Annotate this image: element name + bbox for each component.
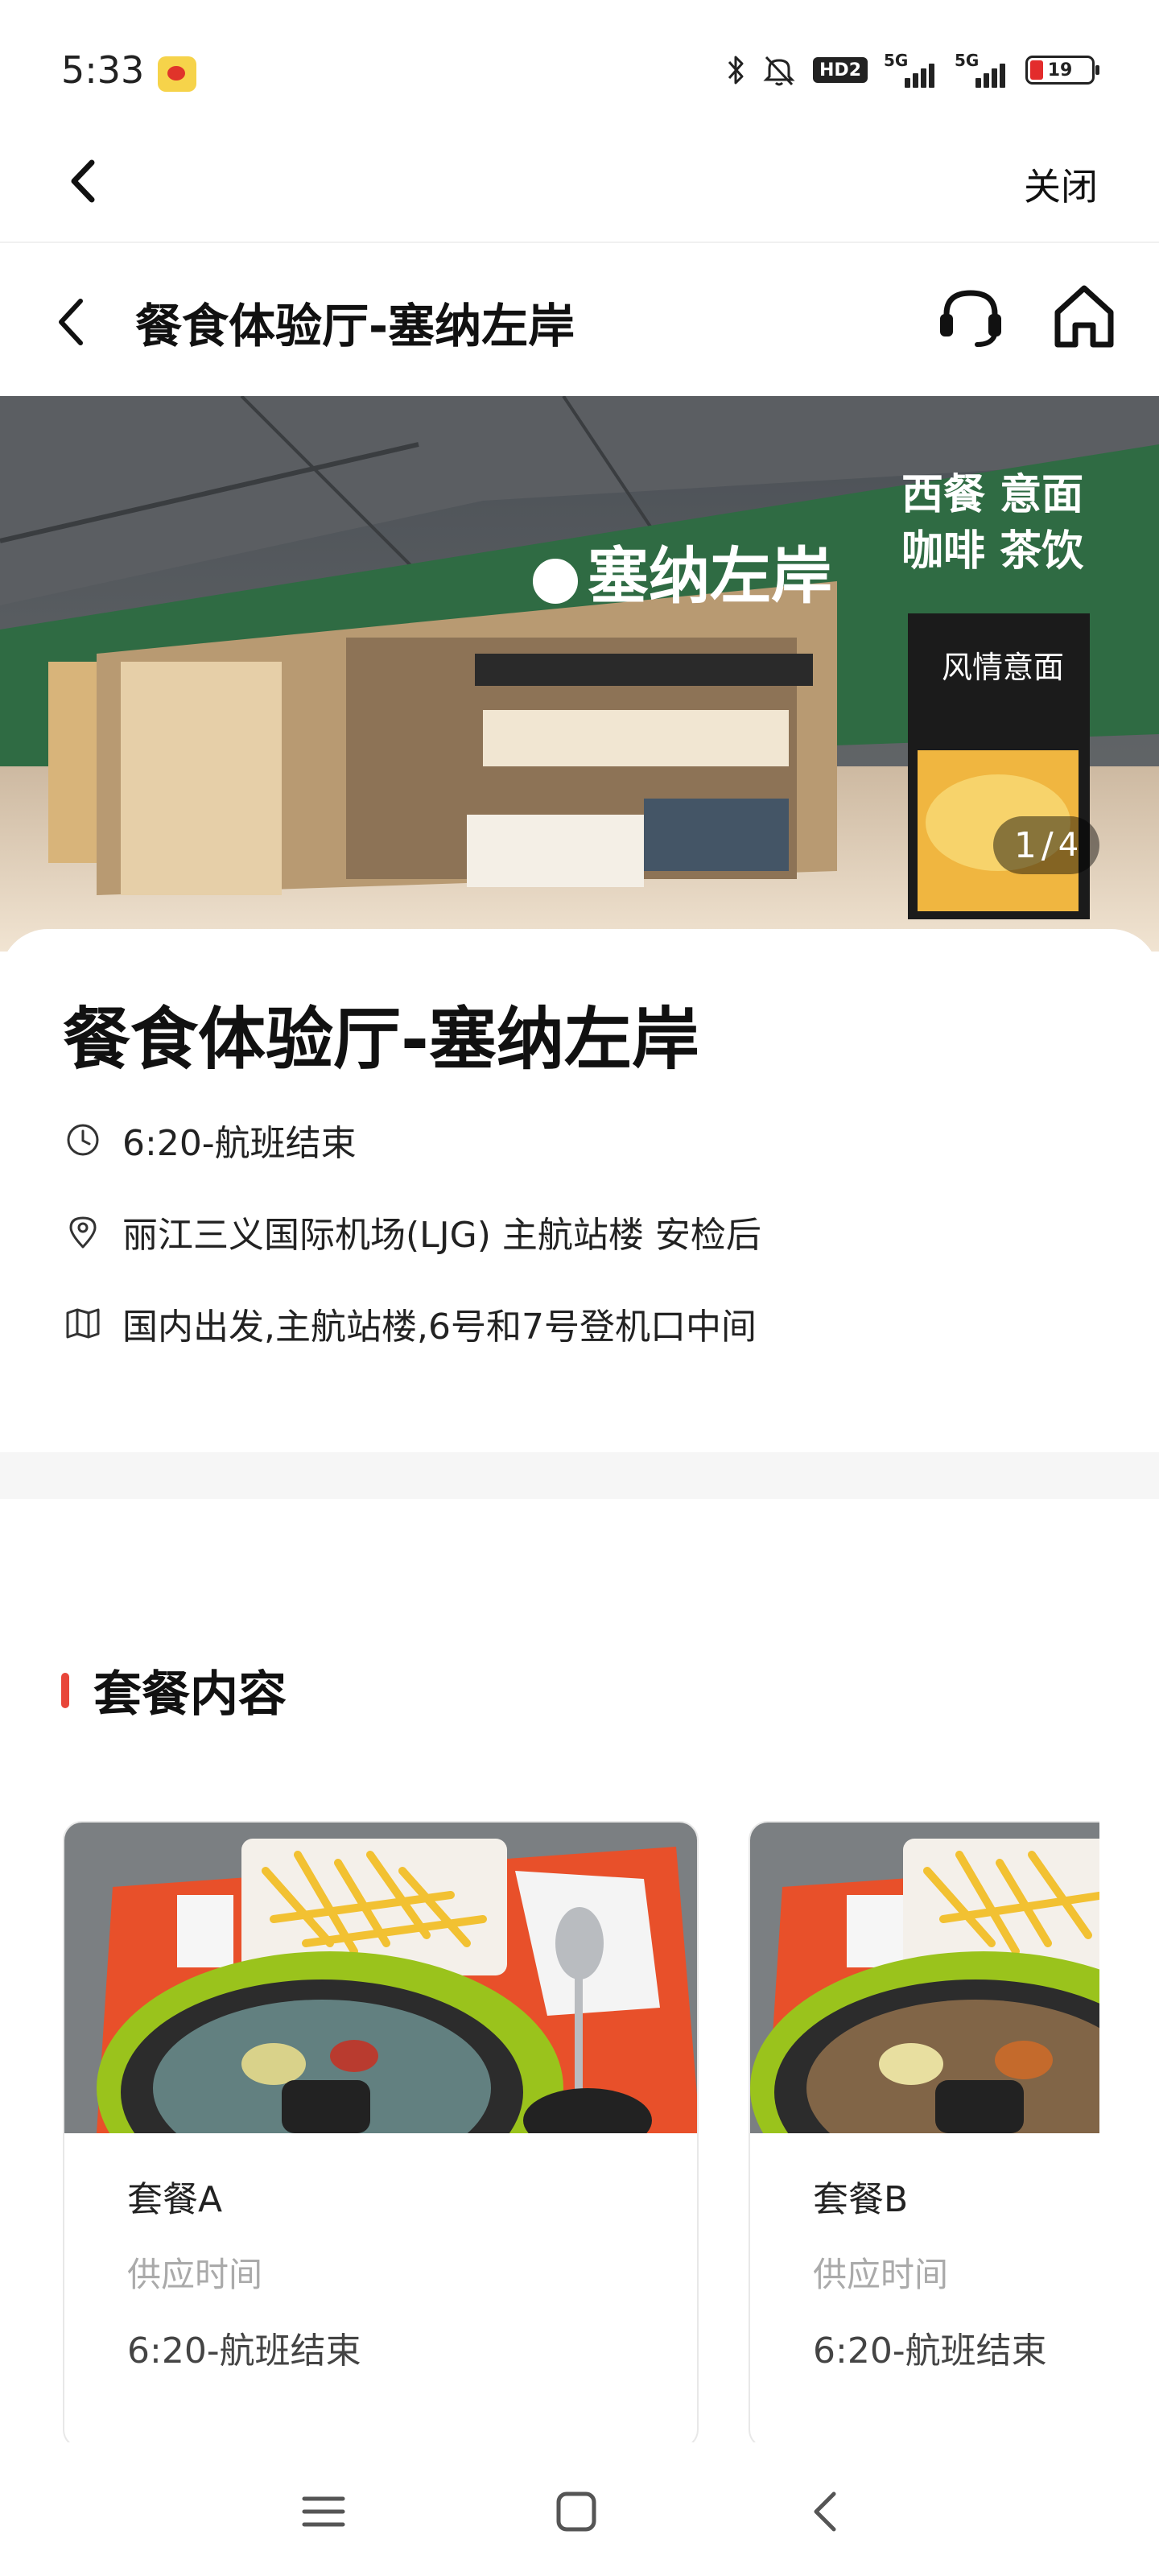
home-square-icon[interactable]	[552, 2487, 600, 2536]
package-photo	[750, 1823, 1099, 2133]
image-pager: 1/4	[993, 816, 1099, 874]
battery-level: 19	[1047, 60, 1073, 80]
directions-row: 国内出发,主航站楼,6号和7号登机口中间	[64, 1298, 757, 1349]
back-triangle-icon[interactable]	[802, 2487, 850, 2536]
package-carousel[interactable]: 套餐A 供应时间 6:20-航班结束 套餐B 供应时间 6:20-航班结束	[0, 1821, 1099, 2444]
sign-tag-2: 咖啡 茶饮	[901, 527, 1084, 576]
sign-tag-1: 西餐 意面	[901, 471, 1083, 519]
weibo-icon	[158, 56, 196, 92]
lounge-title: 餐食体验厅-塞纳左岸	[63, 1000, 699, 1079]
location-pin-icon	[69, 1216, 97, 1249]
section-accent-bar	[61, 1672, 69, 1708]
package-name: 套餐B	[813, 2179, 909, 2220]
sign-brand: 塞纳左岸	[588, 540, 832, 612]
status-time: 5:33	[61, 48, 145, 92]
battery-icon: 19	[1025, 56, 1099, 85]
signal-icon: 5G	[955, 51, 1009, 88]
pager-current: 1	[1013, 824, 1037, 866]
package-time-value: 6:20-航班结束	[813, 2330, 1047, 2372]
signal-icon: 5G	[884, 51, 938, 88]
bluetooth-icon	[728, 56, 744, 85]
menu-icon[interactable]	[299, 2487, 348, 2536]
poster-text: 风情意面	[942, 650, 1064, 685]
hours-row: 6:20-航班结束	[64, 1114, 357, 1166]
package-time-value: 6:20-航班结束	[127, 2330, 361, 2372]
page-header: 餐食体验厅-塞纳左岸	[0, 243, 1159, 396]
location-text: 丽江三义国际机场(LJG) 主航站楼 安检后	[122, 1215, 761, 1256]
package-time-label: 供应时间	[813, 2255, 949, 2294]
status-icons: HD2 5G 5G 19	[726, 50, 1099, 90]
status-bar: 5:33 HD2 5G 5G 19	[0, 0, 1159, 121]
system-nav-bar	[0, 2442, 1159, 2576]
hours-text: 6:20-航班结束	[122, 1123, 357, 1164]
headset-icon[interactable]	[935, 282, 1006, 353]
package-time-label: 供应时间	[127, 2255, 263, 2294]
package-card-b[interactable]: 套餐B 供应时间 6:20-航班结束	[749, 1821, 1099, 2444]
mute-icon	[763, 56, 795, 86]
page-title: 餐食体验厅-塞纳左岸	[135, 299, 575, 353]
package-name: 套餐A	[127, 2179, 223, 2220]
directions-text: 国内出发,主航站楼,6号和7号登机口中间	[122, 1307, 757, 1348]
close-button[interactable]: 关闭	[1024, 158, 1098, 211]
chevron-left-icon[interactable]	[61, 153, 109, 209]
location-row: 丽江三义国际机场(LJG) 主航站楼 安检后	[64, 1206, 761, 1257]
network-label: 5G	[955, 51, 980, 70]
hero-image[interactable]: 风情意面 塞纳左岸 西餐 意面 咖啡 茶饮	[0, 396, 1159, 952]
map-icon	[66, 1308, 100, 1339]
pager-total: 4	[1058, 827, 1079, 864]
home-icon[interactable]	[1050, 280, 1119, 353]
restaurant-photo: 风情意面 塞纳左岸 西餐 意面 咖啡 茶饮	[0, 396, 1159, 952]
clock-icon	[67, 1124, 99, 1156]
section-header: 套餐内容	[61, 1655, 287, 1725]
lounge-info-card: 餐食体验厅-塞纳左岸 6:20-航班结束 丽江三义国际机场(LJG) 主航站楼 …	[0, 929, 1159, 1452]
outer-nav-bar: 关闭	[0, 121, 1159, 243]
section-title: 套餐内容	[93, 1666, 287, 1723]
package-photo	[64, 1823, 697, 2133]
chevron-left-icon[interactable]	[48, 290, 97, 354]
package-card-a[interactable]: 套餐A 供应时间 6:20-航班结束	[63, 1821, 699, 2444]
hd-icon: HD2	[813, 57, 868, 83]
section-divider	[0, 1452, 1159, 1499]
network-label: 5G	[884, 51, 909, 70]
